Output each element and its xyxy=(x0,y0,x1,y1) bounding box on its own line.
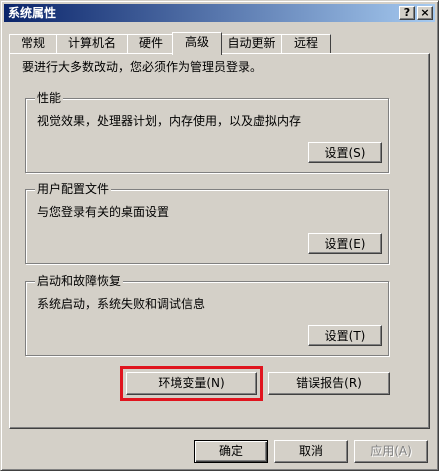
close-icon[interactable]: × xyxy=(417,6,433,20)
tab-computer-name[interactable]: 计算机名 xyxy=(56,34,128,53)
startup-recovery-description: 系统启动，系统失败和调试信息 xyxy=(37,297,206,311)
tab-hardware[interactable]: 硬件 xyxy=(127,34,175,53)
startup-recovery-group: 启动和故障恢复 系统启动，系统失败和调试信息 设置(T) xyxy=(25,274,389,356)
user-profiles-settings-button[interactable]: 设置(E) xyxy=(308,233,382,254)
title-bar[interactable]: 系统属性 ? × xyxy=(4,4,435,22)
cancel-button[interactable]: 取消 xyxy=(274,440,348,463)
startup-recovery-group-title: 启动和故障恢复 xyxy=(35,274,124,288)
apply-button[interactable]: 应用(A) xyxy=(354,440,428,463)
performance-group-title: 性能 xyxy=(35,91,64,105)
user-profiles-description: 与您登录有关的桌面设置 xyxy=(37,205,170,219)
tab-automatic-updates[interactable]: 自动更新 xyxy=(221,34,282,53)
help-icon[interactable]: ? xyxy=(399,6,415,20)
environment-variables-button[interactable]: 环境变量(N) xyxy=(126,372,257,395)
performance-description: 视觉效果，处理器计划，内存使用，以及虚拟内存 xyxy=(37,114,302,128)
performance-group: 性能 视觉效果，处理器计划，内存使用，以及虚拟内存 设置(S) xyxy=(25,91,389,173)
tab-advanced[interactable]: 高级 xyxy=(172,32,222,55)
admin-notice: 要进行大多数改动，您必须作为管理员登录。 xyxy=(22,60,263,74)
user-profiles-group-title: 用户配置文件 xyxy=(35,182,112,196)
error-reporting-button[interactable]: 错误报告(R) xyxy=(268,372,390,395)
user-profiles-group: 用户配置文件 与您登录有关的桌面设置 设置(E) xyxy=(25,182,389,264)
performance-settings-button[interactable]: 设置(S) xyxy=(308,142,382,163)
tab-general[interactable]: 常规 xyxy=(9,34,57,53)
ok-button[interactable]: 确定 xyxy=(194,440,268,463)
startup-recovery-settings-button[interactable]: 设置(T) xyxy=(308,325,382,346)
window-title: 系统属性 xyxy=(8,6,57,20)
system-properties-window: 系统属性 ? × 常规 计算机名 硬件 高级 自动更新 远程 要进行大多数改动，… xyxy=(0,0,439,471)
tab-remote[interactable]: 远程 xyxy=(281,34,331,53)
